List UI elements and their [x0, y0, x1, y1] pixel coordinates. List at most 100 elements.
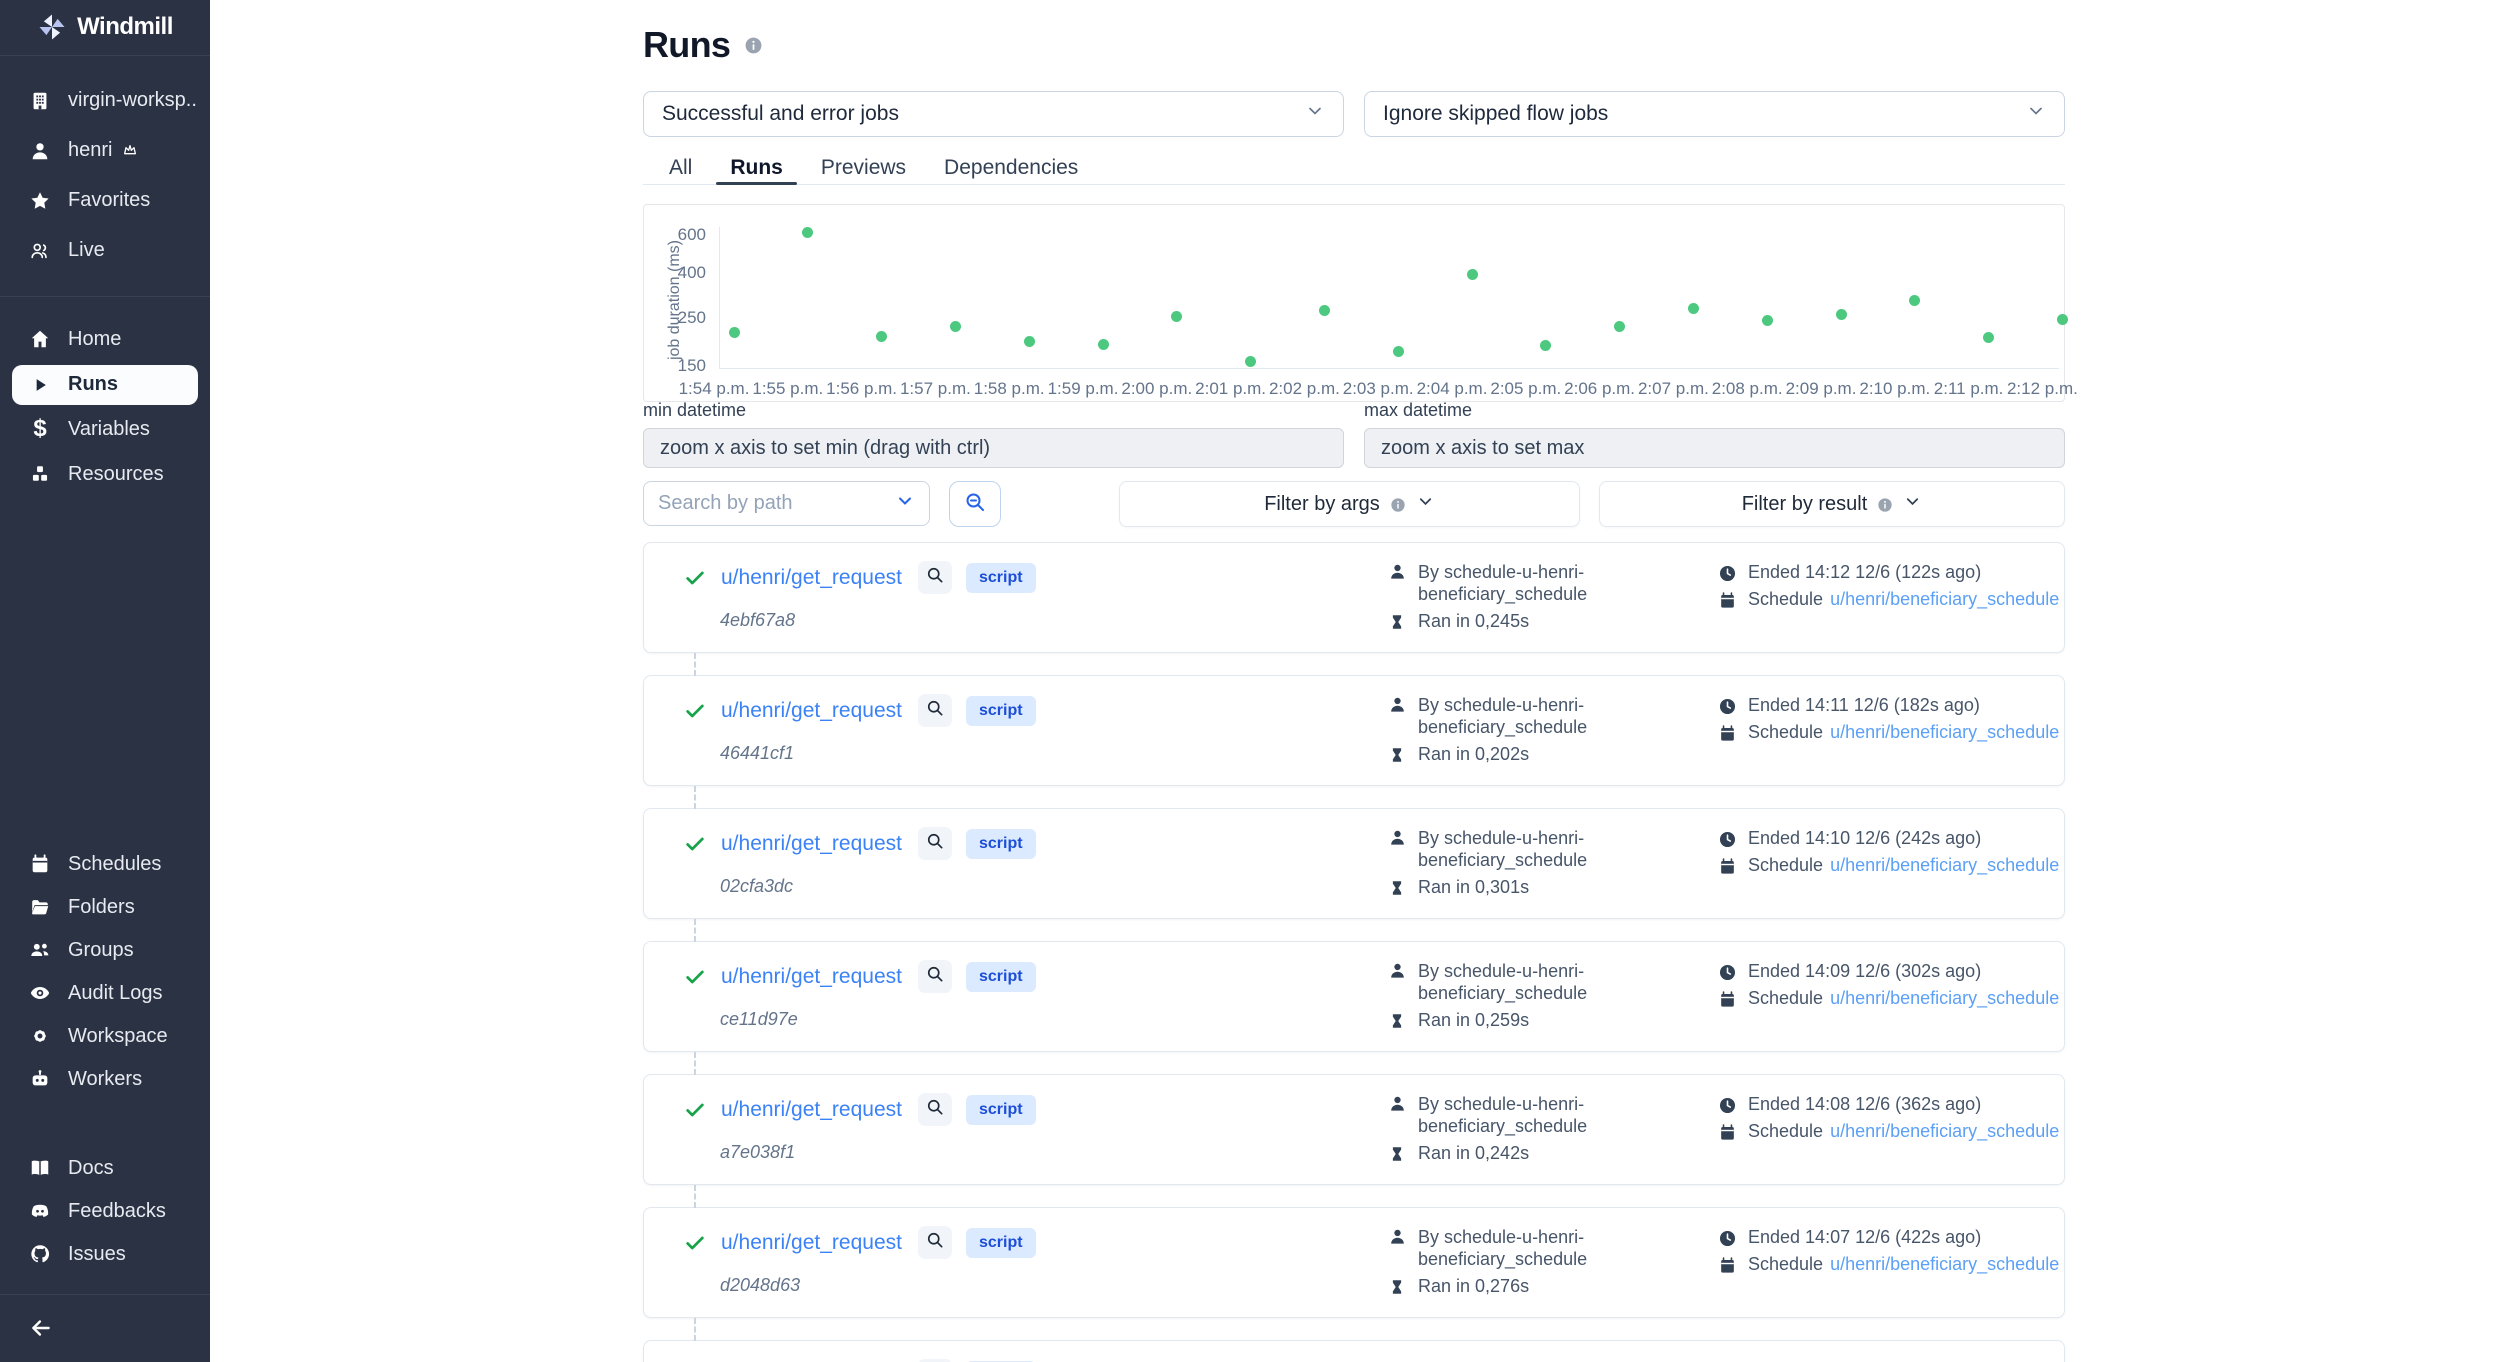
max-datetime-group: max datetime — [1364, 400, 2065, 468]
run-row[interactable]: u/henri/get_request script ce11d97e By s… — [643, 941, 2065, 1052]
app-logo[interactable]: Windmill — [0, 0, 210, 56]
sidebar-item-home[interactable]: Home — [0, 317, 210, 362]
sidebar-item-audit-logs[interactable]: Audit Logs — [0, 972, 210, 1015]
search-button[interactable] — [949, 481, 1001, 527]
chart-y-tick: 150 — [656, 356, 706, 376]
chart-data-point[interactable] — [1909, 295, 1920, 306]
people-group-icon — [28, 938, 52, 962]
run-row-main-line: u/henri/get_request script — [684, 1093, 1036, 1126]
runs-list: u/henri/get_request script 4ebf67a8 By s… — [643, 542, 2065, 1362]
sidebar-item-label: Folders — [68, 896, 135, 919]
run-duration: Ran in 0,202s — [1388, 744, 1529, 765]
run-row[interactable]: u/henri/get_request script By schedule-u… — [643, 1340, 2065, 1362]
sidebar-collapse[interactable] — [0, 1295, 210, 1362]
chart-data-point[interactable] — [729, 327, 740, 338]
sidebar-item-workspace-settings[interactable]: Workspace — [0, 1015, 210, 1058]
success-check-icon — [684, 833, 706, 855]
status-filter-select[interactable]: Successful and error jobs — [643, 91, 1344, 137]
run-inspect-button[interactable] — [918, 960, 952, 993]
run-inspect-button[interactable] — [918, 1093, 952, 1126]
home-icon — [28, 327, 52, 351]
run-by-text: By schedule-u-henri-beneficiary_schedule — [1418, 561, 1613, 605]
search-by-path-select[interactable]: Search by path — [643, 481, 930, 526]
chart-data-point[interactable] — [1983, 332, 1994, 343]
sidebar-item-label: Feedbacks — [68, 1200, 166, 1223]
chart-data-point[interactable] — [1245, 356, 1256, 367]
run-row[interactable]: u/henri/get_request script 4ebf67a8 By s… — [643, 542, 2065, 653]
run-inspect-button[interactable] — [918, 827, 952, 860]
run-path-link[interactable]: u/henri/get_request — [721, 965, 902, 989]
run-path-link[interactable]: u/henri/get_request — [721, 1098, 902, 1122]
chart-data-point[interactable] — [1540, 340, 1551, 351]
chart-data-point[interactable] — [950, 321, 961, 332]
run-row[interactable]: u/henri/get_request script 02cfa3dc By s… — [643, 808, 2065, 919]
max-datetime-input[interactable] — [1364, 428, 2065, 468]
filter-by-result-button[interactable]: Filter by result — [1599, 481, 2065, 527]
duration-chart[interactable]: job duration (ms) 6004002501501:54 p.m.1… — [643, 204, 2065, 402]
chart-data-point[interactable] — [1098, 339, 1109, 350]
tab-previews[interactable]: Previews — [807, 152, 920, 184]
run-path-link[interactable]: u/henri/get_request — [721, 699, 902, 723]
run-row[interactable]: u/henri/get_request script a7e038f1 By s… — [643, 1074, 2065, 1185]
run-id-hash: ce11d97e — [720, 1009, 798, 1030]
run-schedule-link[interactable]: u/henri/beneficiary_schedule — [1830, 589, 2059, 610]
run-duration: Ran in 0,242s — [1388, 1143, 1529, 1164]
sidebar-item-schedules[interactable]: Schedules — [0, 843, 210, 886]
chart-data-point[interactable] — [1467, 269, 1478, 280]
search-icon — [925, 1097, 945, 1122]
run-path-link[interactable]: u/henri/get_request — [721, 1231, 902, 1255]
sidebar-item-workers[interactable]: Workers — [0, 1058, 210, 1101]
chart-data-point[interactable] — [1688, 303, 1699, 314]
chart-data-point[interactable] — [802, 227, 813, 238]
filter-by-args-button[interactable]: Filter by args — [1119, 481, 1580, 527]
chart-data-point[interactable] — [1319, 305, 1330, 316]
sidebar-item-workspace-switcher[interactable]: virgin-worksp... — [0, 76, 210, 126]
chart-x-tick: 2:07 p.m. — [1638, 379, 1709, 399]
tab-runs[interactable]: Runs — [716, 152, 797, 184]
sidebar-item-variables[interactable]: $ Variables — [0, 407, 210, 452]
chart-y-axis-label: job duration (ms) — [666, 225, 684, 375]
chart-data-point[interactable] — [1762, 315, 1773, 326]
sidebar-item-user[interactable]: henri — [0, 126, 210, 176]
chart-data-point[interactable] — [2057, 314, 2068, 325]
chevron-down-icon — [1416, 492, 1435, 517]
sidebar-item-resources[interactable]: Resources — [0, 452, 210, 497]
run-row[interactable]: u/henri/get_request script d2048d63 By s… — [643, 1207, 2065, 1318]
run-row-main-line: u/henri/get_request script — [684, 1226, 1036, 1259]
run-path-link[interactable]: u/henri/get_request — [721, 566, 902, 590]
run-schedule-link[interactable]: u/henri/beneficiary_schedule — [1830, 722, 2059, 743]
person-icon — [1388, 1094, 1407, 1113]
sidebar-item-feedbacks[interactable]: Feedbacks — [0, 1190, 210, 1233]
chart-data-point[interactable] — [1614, 321, 1625, 332]
chart-data-point[interactable] — [1393, 346, 1404, 357]
info-icon[interactable] — [744, 36, 763, 55]
run-schedule-link[interactable]: u/henri/beneficiary_schedule — [1830, 988, 2059, 1009]
success-check-icon — [684, 567, 706, 589]
run-path-link[interactable]: u/henri/get_request — [721, 832, 902, 856]
tab-all[interactable]: All — [655, 152, 706, 184]
run-inspect-button[interactable] — [918, 694, 952, 727]
chart-data-point[interactable] — [1024, 336, 1035, 347]
job-kind-badge: script — [966, 1095, 1036, 1125]
min-datetime-input[interactable] — [643, 428, 1344, 468]
sidebar-item-issues[interactable]: Issues — [0, 1233, 210, 1276]
chart-x-tick: 2:05 p.m. — [1490, 379, 1561, 399]
chart-data-point[interactable] — [1836, 309, 1847, 320]
chart-data-point[interactable] — [876, 331, 887, 342]
run-schedule-link[interactable]: u/henri/beneficiary_schedule — [1830, 1254, 2059, 1275]
sidebar-item-folders[interactable]: Folders — [0, 886, 210, 929]
run-schedule-link[interactable]: u/henri/beneficiary_schedule — [1830, 1121, 2059, 1142]
sidebar-item-groups[interactable]: Groups — [0, 929, 210, 972]
run-inspect-button[interactable] — [918, 561, 952, 594]
run-row[interactable]: u/henri/get_request script 46441cf1 By s… — [643, 675, 2065, 786]
run-inspect-button[interactable] — [918, 1226, 952, 1259]
sidebar-item-live[interactable]: Live — [0, 226, 210, 276]
flow-jobs-filter-select[interactable]: Ignore skipped flow jobs — [1364, 91, 2065, 137]
tab-dependencies[interactable]: Dependencies — [930, 152, 1092, 184]
chart-x-tick: 1:59 p.m. — [1048, 379, 1119, 399]
sidebar-item-docs[interactable]: Docs — [0, 1147, 210, 1190]
chart-data-point[interactable] — [1171, 311, 1182, 322]
sidebar-item-favorites[interactable]: Favorites — [0, 176, 210, 226]
sidebar-item-runs[interactable]: Runs — [12, 365, 198, 405]
run-schedule-link[interactable]: u/henri/beneficiary_schedule — [1830, 855, 2059, 876]
